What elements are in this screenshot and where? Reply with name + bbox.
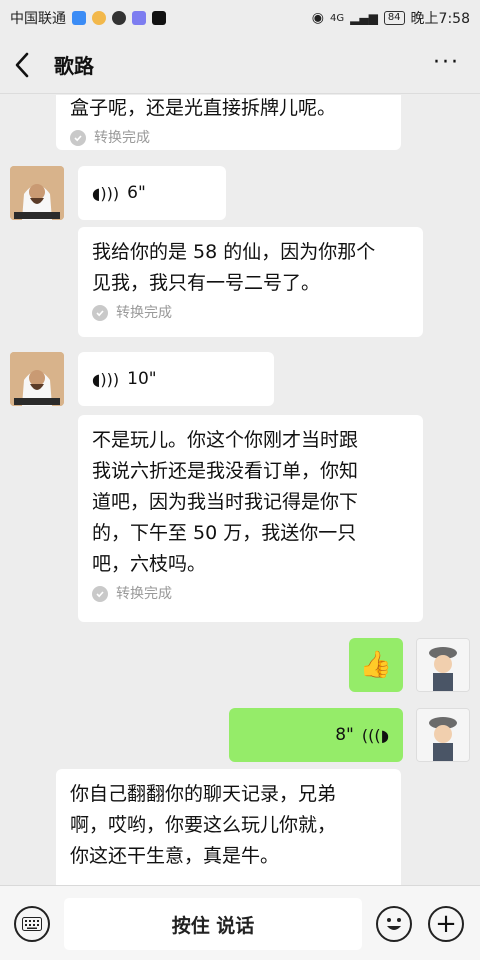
- voice-duration: 8": [335, 724, 354, 745]
- tiktok-notification-icon: [152, 11, 166, 25]
- message-line: 吧，六枝吗。: [92, 553, 207, 575]
- voice-message[interactable]: ◖))) 10": [78, 352, 274, 406]
- child-avatar-icon: [417, 709, 469, 761]
- message-bubble[interactable]: 我给你的是 58 的仙，因为你那个 见我，我只有一号二号了。 转换完成: [78, 227, 423, 337]
- battery-icon: 84: [383, 11, 405, 25]
- browser-notification-icon: [92, 11, 106, 25]
- chat-area[interactable]: 盒子呢，还是光直接拆牌儿呢。 转换完成 ◖))) 6" 我给你的是 58 的仙，…: [0, 95, 480, 885]
- message-line: 道吧，因为我当时我记得是你下: [92, 491, 359, 513]
- conversion-status: 转换完成: [92, 303, 409, 323]
- chat-title: 歌路: [54, 54, 94, 78]
- network-label: 4G: [330, 12, 345, 24]
- message-bubble[interactable]: 你自己翻翻你的聊天记录，兄弟 啊，哎哟，你要这么玩儿你就， 你这还干生意，真是牛…: [56, 769, 401, 885]
- thumbs-up-icon: 👍: [359, 649, 393, 680]
- chevron-left-icon: [15, 52, 29, 77]
- eye-icon: ◉: [311, 10, 324, 26]
- signal-icon: ▂▄▆: [350, 11, 378, 25]
- emoji-message[interactable]: 👍: [349, 638, 403, 692]
- more-actions-button[interactable]: +: [428, 906, 464, 942]
- status-bar: 中国联通 ◉ 4G ▂▄▆ 84 晚上7:58: [0, 0, 480, 36]
- message-line: 不是玩儿。你这个你刚才当时跟: [92, 429, 359, 451]
- voice-duration: 6": [127, 182, 146, 203]
- carrier-label: 中国联通: [10, 11, 66, 27]
- input-bar: 按住 说话 +: [0, 885, 480, 960]
- message-line: 我给你的是 58 的仙，因为你那个: [92, 241, 376, 263]
- check-icon: [70, 130, 86, 146]
- message-bubble[interactable]: 不是玩儿。你这个你刚才当时跟 我说六折还是我没看订单，你知 道吧，因为我当时我记…: [78, 415, 423, 622]
- hold-to-talk-button[interactable]: 按住 说话: [64, 898, 362, 950]
- status-left: 中国联通: [10, 8, 166, 28]
- back-button[interactable]: [14, 49, 46, 81]
- message-notification-icon: [112, 11, 126, 25]
- emoji-button[interactable]: [376, 906, 412, 942]
- message-line: 啊，哎哟，你要这么玩儿你就，: [70, 814, 337, 836]
- conversion-status: 转换完成: [70, 128, 387, 148]
- check-icon: [92, 586, 108, 602]
- message-line: 你这还干生意，真是牛。: [70, 845, 280, 867]
- conversion-status: 转换完成: [92, 584, 409, 604]
- avatar-self[interactable]: [416, 708, 470, 762]
- avatar[interactable]: [10, 166, 64, 220]
- voice-wave-icon: ◖))): [92, 369, 120, 389]
- avatar-self[interactable]: [416, 638, 470, 692]
- status-right: ◉ 4G ▂▄▆ 84 晚上7:58: [312, 8, 470, 28]
- sheikh-avatar-icon: [10, 352, 64, 406]
- smiley-icon: [387, 918, 401, 930]
- message-line: 我说六折还是我没看订单，你知: [92, 460, 359, 482]
- app-notification-icon: [72, 11, 86, 25]
- avatar[interactable]: [10, 352, 64, 406]
- check-icon: [92, 305, 108, 321]
- more-options-button[interactable]: ···: [433, 50, 460, 75]
- voice-wave-icon: (((◗: [361, 725, 389, 745]
- plus-icon: +: [435, 909, 457, 939]
- keyboard-toggle-button[interactable]: [14, 906, 50, 942]
- message-bubble[interactable]: 盒子呢，还是光直接拆牌儿呢。 转换完成: [56, 95, 401, 150]
- voice-message[interactable]: ◖))) 6": [78, 166, 226, 220]
- message-line: 的，下午至 50 万，我送你一只: [92, 522, 357, 544]
- child-avatar-icon: [417, 639, 469, 691]
- clock-label: 晚上7:58: [410, 11, 470, 27]
- sheikh-avatar-icon: [10, 166, 64, 220]
- voice-message[interactable]: 8" (((◗: [229, 708, 403, 762]
- voice-wave-icon: ◖))): [92, 183, 120, 203]
- message-line: 见我，我只有一号二号了。: [92, 272, 321, 294]
- message-text: 盒子呢，还是光直接拆牌儿呢。: [70, 97, 337, 119]
- message-line: 你自己翻翻你的聊天记录，兄弟: [70, 783, 337, 805]
- voice-duration: 10": [127, 368, 157, 389]
- chat-header: 歌路 ···: [0, 36, 480, 94]
- keyboard-icon: [22, 917, 42, 931]
- app2-notification-icon: [132, 11, 146, 25]
